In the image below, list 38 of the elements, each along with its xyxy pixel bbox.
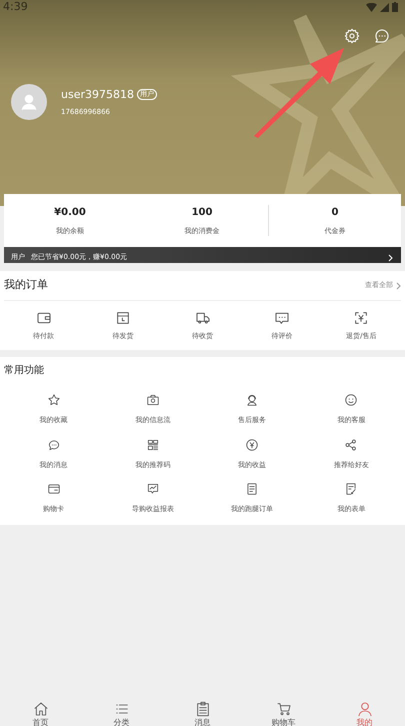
user-icon xyxy=(356,701,372,717)
home-icon xyxy=(32,701,48,717)
nav-tab[interactable]: 分类 xyxy=(81,701,162,726)
chevron-right-icon xyxy=(388,254,394,262)
yen-frame-icon xyxy=(353,310,370,326)
stat-value: 100 xyxy=(192,206,212,220)
clipboard-icon xyxy=(194,701,210,717)
chevron-right-icon xyxy=(396,282,401,290)
stat-value: 0 xyxy=(332,206,338,220)
nav-tab[interactable]: 购物车 xyxy=(243,701,324,726)
signal-icon xyxy=(380,2,389,12)
wifi-icon xyxy=(366,2,377,12)
stat-value: ¥0.00 xyxy=(54,206,86,220)
camera-icon xyxy=(146,393,160,407)
box-icon xyxy=(115,310,132,326)
nav-tab[interactable]: 我的 xyxy=(324,701,405,726)
nav-tab[interactable]: 首页 xyxy=(0,701,81,726)
chat-bubble-icon xyxy=(46,438,61,452)
settings-icon[interactable] xyxy=(344,28,360,44)
document-icon xyxy=(245,482,260,496)
edit-form-icon xyxy=(344,482,358,496)
section-title: 常用功能 xyxy=(4,364,44,378)
headset-person-icon xyxy=(245,393,260,407)
chart-bubble-icon xyxy=(146,482,160,496)
card-icon xyxy=(46,482,61,496)
username: user3975818 xyxy=(61,86,134,102)
chat-bubble-icon[interactable] xyxy=(374,28,390,44)
status-time: 4:39 xyxy=(3,0,28,15)
share-icon xyxy=(344,438,358,452)
battery-icon xyxy=(392,2,398,12)
nav-tab[interactable]: 消息 xyxy=(162,701,243,726)
section-title: 我的订单 xyxy=(4,277,48,294)
smiley-bubble-icon xyxy=(344,393,358,407)
user-icon xyxy=(20,93,38,111)
cart-icon xyxy=(276,701,292,717)
star-icon xyxy=(46,393,61,407)
yen-circle-icon xyxy=(245,438,260,452)
qr-code-icon xyxy=(146,438,160,452)
